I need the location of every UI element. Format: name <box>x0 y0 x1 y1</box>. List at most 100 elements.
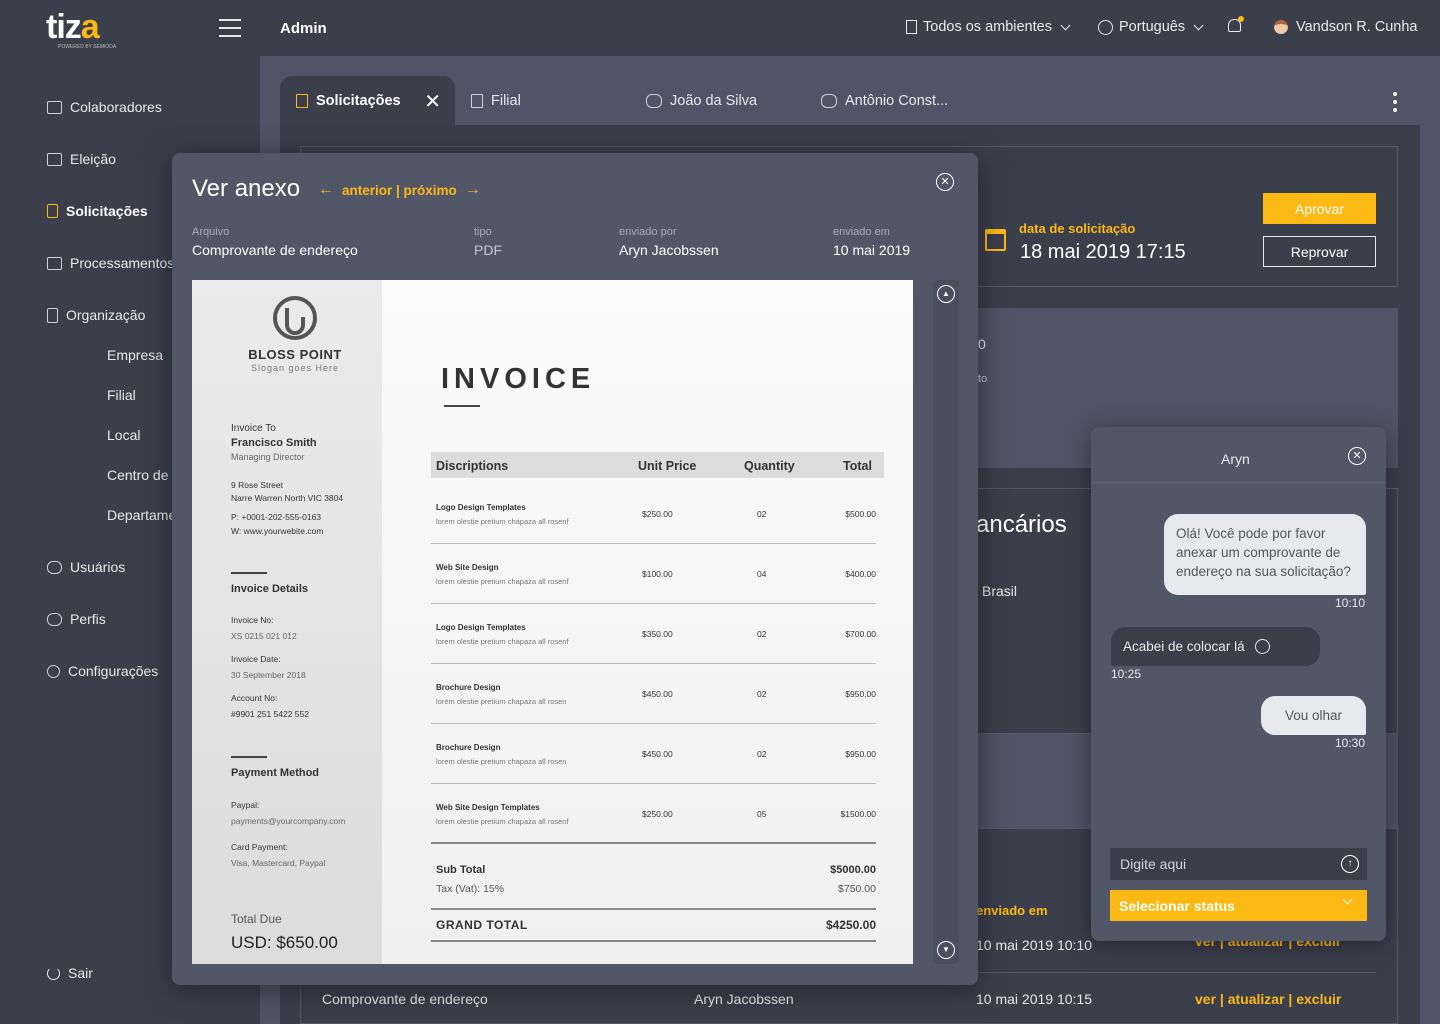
row-desc: lorem olestie pretium chapaza all rosenf <box>436 517 569 526</box>
row-date: 10 mai 2019 10:10 <box>976 937 1092 953</box>
sender-value: Aryn Jacobssen <box>619 242 719 258</box>
sidebar-item-label: Solicitações <box>66 203 148 219</box>
message-time: 10:10 <box>1335 596 1366 610</box>
chat-divider <box>1091 482 1386 483</box>
tab-solicitacoes[interactable]: Solicitações ✕ <box>280 76 455 126</box>
sidebar-sub-filial[interactable]: Filial <box>107 387 136 403</box>
approve-button[interactable]: Aprovar <box>1263 193 1376 224</box>
tab-joao-da-silva[interactable]: João da Silva <box>630 76 757 126</box>
row-total: $500.00 <box>845 509 876 519</box>
chat-close-icon[interactable]: ✕ <box>1348 447 1366 465</box>
menu-icon[interactable] <box>219 19 241 37</box>
more-options-icon[interactable] <box>1393 92 1399 112</box>
smiley-icon <box>1254 639 1270 654</box>
chat-input[interactable] <box>1110 848 1367 880</box>
sidebar-item-colaboradores[interactable]: Colaboradores <box>47 99 162 115</box>
building-icon <box>906 20 917 34</box>
row-desc: lorem olestie pretium chapaza all rosenf <box>436 637 569 646</box>
language-selector[interactable]: Português <box>1098 19 1204 35</box>
sent-label: enviado em <box>833 226 890 238</box>
divider <box>444 405 480 407</box>
website: W: www.yourwebite.com <box>231 526 324 536</box>
sidebar-item-label: Configurações <box>68 663 159 679</box>
sidebar-item-perfis[interactable]: Perfis <box>47 611 106 627</box>
tab-label: João da Silva <box>670 93 758 109</box>
message-time: 10:25 <box>1111 667 1142 681</box>
status-select[interactable]: Selecionar status <box>1110 890 1367 921</box>
document-scrollbar[interactable] <box>933 280 959 964</box>
row-total: $700.00 <box>845 629 876 639</box>
row-total: $950.00 <box>845 689 876 699</box>
divider <box>431 940 876 942</box>
sidebar-sub-departamento[interactable]: Departame <box>107 507 176 523</box>
divider <box>231 572 267 574</box>
invoice-to-role: Managing Director <box>231 452 305 462</box>
sidebar-item-eleicao[interactable]: Eleição <box>47 151 116 167</box>
tab-label: Solicitações <box>316 93 401 109</box>
row-desc: lorem olestie pretium chapaza all rosenf <box>436 577 569 586</box>
arrow-right-icon[interactable]: → <box>465 181 481 199</box>
reject-button[interactable]: Reprovar <box>1263 236 1376 267</box>
row-price: $450.00 <box>642 749 673 759</box>
sent-value: 10 mai 2019 <box>833 242 911 258</box>
calendar-icon <box>985 229 1006 251</box>
arrow-left-icon[interactable]: ← <box>318 181 334 199</box>
row-price: $250.00 <box>642 809 673 819</box>
tab-filial[interactable]: Filial <box>455 76 521 126</box>
building-icon <box>47 307 58 323</box>
bank-section-title: ancários <box>976 511 1067 538</box>
payment-heading: Payment Method <box>231 767 320 779</box>
info-partial-value: 0 <box>978 336 986 352</box>
tab-antonio[interactable]: Antônio Const... <box>805 76 948 126</box>
attachment-nav[interactable]: ← anterior | próximo → <box>318 181 481 199</box>
account-value: #9901 251 5422 552 <box>231 709 309 719</box>
row-name: Web Site Design <box>436 563 499 572</box>
sidebar-item-label: Processamentos <box>70 255 175 271</box>
power-icon <box>47 966 60 980</box>
document-icon <box>296 94 308 108</box>
row-file-name: Comprovante de endereço <box>322 991 488 1007</box>
tax-label: Tax (Vat): 15% <box>436 883 505 895</box>
modal-close-icon[interactable]: ✕ <box>936 173 954 191</box>
card-label: Card Payment: <box>231 842 288 852</box>
logout-button[interactable]: Sair <box>47 965 93 981</box>
row-name: Web Site Design Templates <box>436 803 540 812</box>
users-icon <box>821 94 837 108</box>
row-price: $250.00 <box>642 509 673 519</box>
attachment-nav-label[interactable]: anterior | próximo <box>342 183 457 198</box>
chat-message-incoming: Vou olhar <box>1261 696 1366 735</box>
sidebar-sub-empresa[interactable]: Empresa <box>107 347 163 363</box>
sidebar-item-configuracoes[interactable]: Configurações <box>47 663 158 679</box>
list-icon <box>47 256 62 270</box>
row-qty: 02 <box>757 689 767 699</box>
close-icon[interactable]: ✕ <box>424 89 441 114</box>
grand-total-value: $4250.00 <box>825 918 876 932</box>
tab-label: Antônio Const... <box>845 93 949 109</box>
phone: P: +0001-202-555-0163 <box>231 512 322 522</box>
notifications-button[interactable] <box>1228 16 1244 32</box>
sidebar-item-usuarios[interactable]: Usuários <box>47 559 125 575</box>
sidebar-item-label: Organização <box>66 307 146 323</box>
sidebar-sub-centro[interactable]: Centro de <box>107 467 168 483</box>
environment-selector[interactable]: Todos os ambientes <box>906 19 1071 35</box>
row-desc: lorem olestie pretium chapaza all rosen <box>436 757 567 766</box>
account-label: Account No: <box>231 693 278 703</box>
sidebar-item-solicitacoes[interactable]: Solicitações <box>47 203 148 219</box>
sidebar-sub-local[interactable]: Local <box>107 427 140 443</box>
invoice-sidebar: BLOSS POINT Slogan goes Here Invoice To … <box>192 280 382 964</box>
scroll-up-icon[interactable]: ▲ <box>937 285 955 303</box>
row-actions[interactable]: ver | atualizar | excluir <box>1195 991 1341 1007</box>
user-menu[interactable]: Vandson R. Cunha <box>1274 19 1417 35</box>
paypal-label: Paypal: <box>231 800 260 810</box>
total-due-label: Total Due <box>231 912 282 926</box>
tab-label: Filial <box>491 93 521 109</box>
scroll-down-icon[interactable]: ▼ <box>937 941 955 959</box>
request-date-value: 18 mai 2019 17:15 <box>1020 241 1186 263</box>
table-row: Logo Design Templates lorem olestie pret… <box>431 620 876 664</box>
invoice-to-label: Invoice To <box>231 423 276 434</box>
tiza-logo[interactable]: tiza POWERED BY SEMIÓDA <box>46 8 116 50</box>
send-icon[interactable]: ↑ <box>1341 855 1359 873</box>
sidebar-item-organizacao[interactable]: Organização <box>47 307 145 323</box>
sidebar-item-label: Usuários <box>70 559 126 575</box>
sidebar-item-processamentos[interactable]: Processamentos <box>47 255 174 271</box>
